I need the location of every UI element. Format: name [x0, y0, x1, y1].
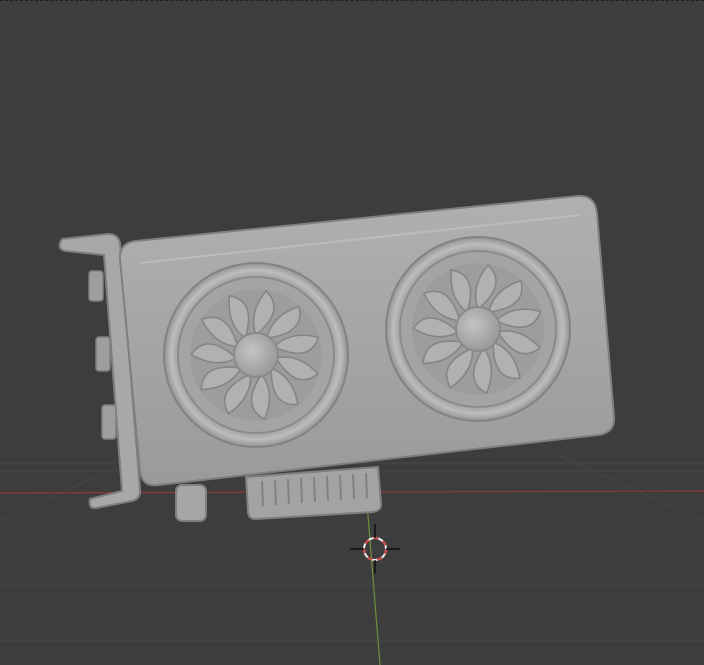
fan-right: [385, 236, 571, 422]
graphics-card-model[interactable]: [58, 194, 616, 522]
3d-cursor-icon[interactable]: [350, 524, 400, 574]
y-axis-line: [365, 490, 381, 665]
fan-left: [163, 262, 349, 448]
3d-viewport[interactable]: [0, 0, 704, 665]
